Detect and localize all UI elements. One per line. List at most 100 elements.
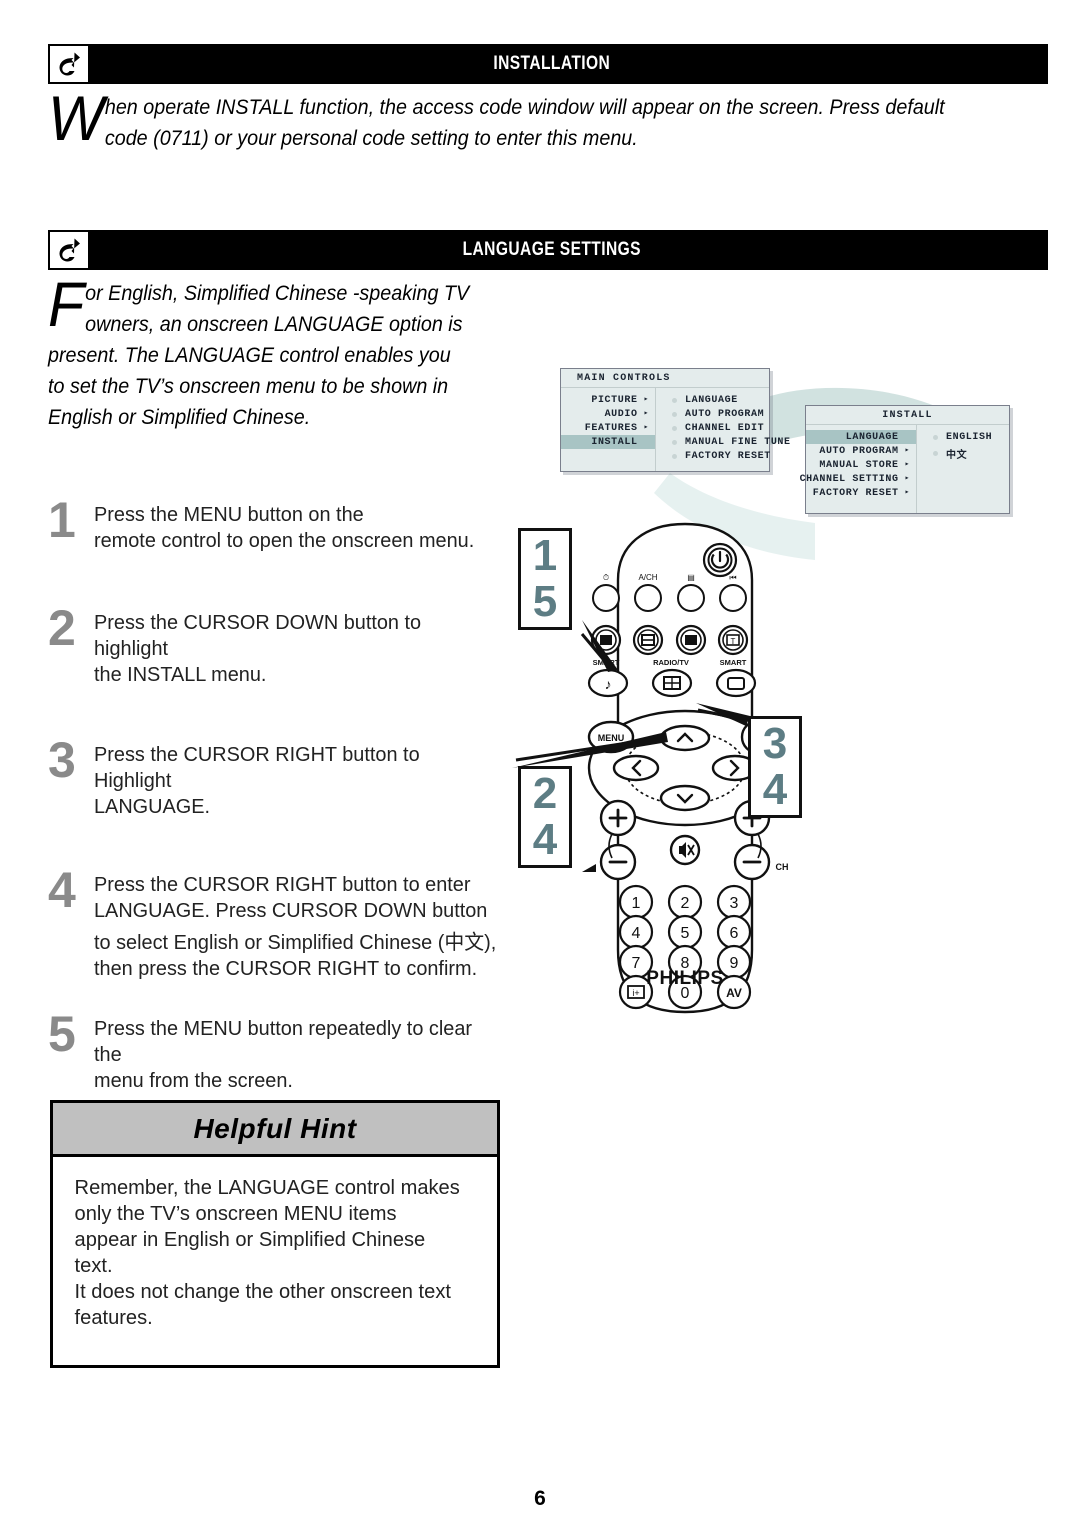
step-number: 3 xyxy=(48,732,76,788)
step-1: 1 Press the MENU button on the remote co… xyxy=(42,492,512,554)
hint-line: appear in English or Simplified Chinese … xyxy=(74,1228,426,1277)
callout-number: 1 xyxy=(532,531,558,580)
osd-item-label: AUTO PROGRAM xyxy=(685,408,765,420)
step-line: Press the MENU button on the xyxy=(94,503,364,526)
osd-item-label: FEATURES xyxy=(584,422,638,434)
step-text: Press the CURSOR RIGHT button to Highlig… xyxy=(94,738,499,820)
callout-number: 4 xyxy=(532,815,558,864)
step-number: 5 xyxy=(48,1006,76,1062)
step-line: Press the CURSOR RIGHT button to Highlig… xyxy=(94,743,420,792)
section-header-installation: Installation xyxy=(48,44,1048,84)
callout-right: 3 4 xyxy=(748,716,802,818)
chevron-right-icon: ▸ xyxy=(904,474,910,483)
osd-main-sub-auto-program[interactable]: AUTO PROGRAM xyxy=(664,407,769,421)
hint-line: Remember, the LANGUAGE control makes xyxy=(74,1176,460,1199)
bullet-icon xyxy=(933,434,938,440)
osd-item-label: LANGUAGE xyxy=(845,431,899,443)
step-line: LANGUAGE. Press CURSOR DOWN button xyxy=(94,899,488,922)
osd-main-sub-factory-reset[interactable]: FACTORY RESET xyxy=(664,449,771,463)
step-4: 4 Press the CURSOR RIGHT button to enter… xyxy=(42,862,512,982)
svg-text:4: 4 xyxy=(632,925,641,942)
callout-number: 2 xyxy=(532,769,558,818)
step-number: 1 xyxy=(48,492,76,548)
helpful-hint-box: Helpful Hint Remember, the LANGUAGE cont… xyxy=(50,1100,500,1368)
osd-main-controls: MAIN CONTROLS PICTURE ▸ AUDIO ▸ FEATURES… xyxy=(560,368,790,472)
installation-intro-text: hen operate INSTALL function, the access… xyxy=(104,96,945,150)
osd-main-item-audio[interactable]: AUDIO ▸ xyxy=(561,407,655,421)
svg-text:1: 1 xyxy=(632,895,641,912)
bullet-icon xyxy=(672,397,677,403)
osd-install-item-manual-store[interactable]: MANUAL STORE ▸ xyxy=(806,458,916,472)
osd-item-label: ENGLISH xyxy=(946,431,993,443)
chevron-right-icon: ▸ xyxy=(904,460,910,469)
hint-line: features. xyxy=(74,1306,153,1329)
language-settings-intro-text: or English, Simplified Chinese -speaking… xyxy=(48,282,470,429)
hint-line: It does not change the other onscreen te… xyxy=(74,1280,451,1303)
step-number: 2 xyxy=(48,600,76,656)
osd-item-label: CHANNEL EDIT xyxy=(685,422,765,434)
installation-intro: W hen operate INSTALL function, the acce… xyxy=(48,84,988,154)
chevron-right-icon: ▸ xyxy=(904,446,910,455)
step-text: Press the CURSOR DOWN button to highligh… xyxy=(94,606,499,688)
osd-item-label: MANUAL STORE xyxy=(819,459,899,471)
osd-main-sub-manual-fine-tune[interactable]: MANUAL FINE TUNE xyxy=(664,435,790,449)
installation-dropcap: W xyxy=(48,84,104,154)
osd-install-item-language[interactable]: LANGUAGE ▸ xyxy=(806,430,916,444)
chevron-right-icon: ▸ xyxy=(643,395,649,404)
bullet-icon xyxy=(933,451,938,456)
osd-install-option-chinese[interactable]: 中文 xyxy=(925,444,1009,463)
osd-install-title: INSTALL xyxy=(806,406,1009,425)
osd-main-item-picture[interactable]: PICTURE ▸ xyxy=(561,393,655,407)
svg-text:3: 3 xyxy=(730,895,739,912)
bullet-icon xyxy=(672,439,677,445)
bullet-icon xyxy=(672,453,677,459)
bullet-icon xyxy=(672,411,677,417)
osd-install-option-english[interactable]: ENGLISH xyxy=(925,430,1009,444)
callout-top-left: 1 5 xyxy=(518,528,572,630)
helpful-hint-title: Helpful Hint xyxy=(53,1103,497,1157)
section-title-language-settings: Language Settings xyxy=(462,239,641,260)
osd-main-sub-channel-edit[interactable]: CHANNEL EDIT xyxy=(664,421,769,435)
svg-text:6: 6 xyxy=(730,925,739,942)
osd-install-item-channel-setting[interactable]: CHANNEL SETTING ▸ xyxy=(800,472,916,486)
chevron-right-icon: ▸ xyxy=(643,423,649,432)
osd-main-item-install[interactable]: INSTALL ▸ xyxy=(561,435,655,449)
section-title-installation: Installation xyxy=(493,53,611,74)
manual-page: Installation W hen operate INSTALL funct… xyxy=(0,0,1080,1532)
section-header-language-settings: Language Settings xyxy=(48,230,1048,270)
step-2: 2 Press the CURSOR DOWN button to highli… xyxy=(42,600,512,688)
osd-main-item-features[interactable]: FEATURES ▸ xyxy=(561,421,655,435)
volume-icon xyxy=(582,864,596,872)
osd-item-label: FACTORY RESET xyxy=(685,450,771,462)
remote-brand-label: PHILIPS xyxy=(646,968,724,989)
philips-shield-icon xyxy=(48,230,90,270)
philips-shield-icon xyxy=(48,44,90,84)
osd-install-item-auto-program[interactable]: AUTO PROGRAM ▸ xyxy=(806,444,916,458)
channel-label: CH xyxy=(776,862,789,872)
steps-list: 1 Press the MENU button on the remote co… xyxy=(42,492,512,1094)
step-line: then press the CURSOR RIGHT to confirm. xyxy=(94,957,478,980)
helpful-hint-body: Remember, the LANGUAGE control makes onl… xyxy=(53,1157,488,1345)
step-text: Press the MENU button repeatedly to clea… xyxy=(94,1012,499,1094)
svg-text:2: 2 xyxy=(681,895,690,912)
step-line: remote control to open the onscreen menu… xyxy=(94,529,475,552)
osd-main-sub-language[interactable]: LANGUAGE xyxy=(664,393,769,407)
step-line: LANGUAGE. xyxy=(94,795,211,818)
step-line: to select English or Simplified Chinese … xyxy=(94,931,497,954)
language-settings-intro: F or English, Simplified Chinese -speaki… xyxy=(48,274,471,433)
osd-item-label: AUTO PROGRAM xyxy=(819,445,899,457)
step-number: 4 xyxy=(48,862,76,918)
callout-number: 4 xyxy=(762,765,788,814)
osd-install-item-factory-reset[interactable]: FACTORY RESET ▸ xyxy=(806,486,916,500)
chevron-right-icon: ▸ xyxy=(904,488,910,497)
hint-line: only the TV’s onscreen MENU items xyxy=(74,1202,397,1225)
osd-item-label: INSTALL xyxy=(591,436,638,448)
bullet-icon xyxy=(672,425,677,431)
osd-main-title: MAIN CONTROLS xyxy=(561,369,769,388)
osd-item-label: PICTURE xyxy=(591,394,638,406)
step-text: Press the CURSOR RIGHT button to enter L… xyxy=(94,868,499,982)
callout-number: 3 xyxy=(762,719,788,768)
step-line: menu from the screen. xyxy=(94,1069,293,1092)
step-line: the INSTALL menu. xyxy=(94,663,267,686)
svg-text:5: 5 xyxy=(681,925,690,942)
